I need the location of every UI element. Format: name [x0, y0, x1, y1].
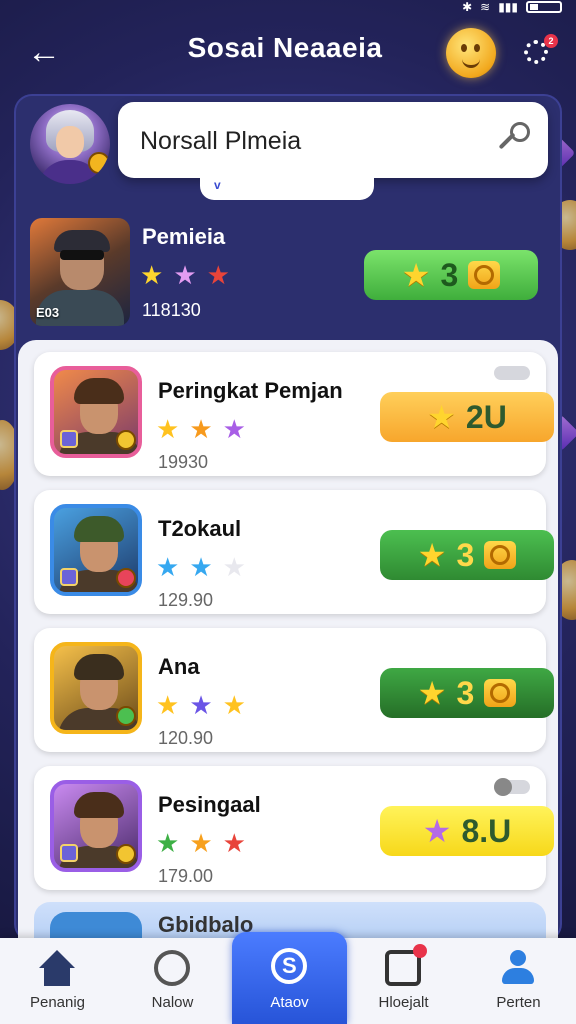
star-icon: ★	[222, 690, 246, 720]
star-icon: ★	[156, 414, 180, 444]
star-icon: ★	[206, 260, 230, 290]
star-icon: ★	[189, 552, 213, 582]
star-icon: ★	[189, 828, 213, 858]
star-icon: ★	[222, 828, 246, 858]
ranking-list: Peringkat Pemjan ★ ★ ★ 19930 ★ 2U T2okau…	[18, 340, 558, 942]
player-avatar	[50, 366, 142, 458]
player-rating: ★ ★ ★	[156, 830, 246, 856]
bluetooth-icon: ✱	[462, 0, 473, 14]
star-icon: ★	[156, 690, 180, 720]
reward-button[interactable]: ★ 3	[380, 530, 554, 580]
star-icon: ★	[222, 414, 246, 444]
nav-tab-social[interactable]: Ataov	[232, 932, 347, 1024]
nav-tab-home[interactable]: Penanig	[0, 938, 115, 1024]
player-score: 19930	[158, 452, 209, 472]
settings-button[interactable]: 2	[520, 34, 558, 72]
dropdown-toggle[interactable]: v	[200, 176, 374, 200]
player-rating: ★ ★ ★	[156, 416, 246, 442]
player-avatar	[50, 642, 142, 734]
star-icon: ★	[427, 399, 456, 435]
list-item[interactable]: Peringkat Pemjan ★ ★ ★ 19930 ★ 2U	[34, 352, 554, 476]
battery-icon	[526, 1, 562, 13]
star-icon: ★	[189, 414, 213, 444]
star-icon: ★	[417, 537, 447, 573]
coin-icon	[468, 261, 501, 289]
reward-value: 3	[456, 674, 475, 711]
reward-button[interactable]: ★ 2U	[380, 392, 554, 442]
bottom-navigation: Penanig Nalow Ataov Hloejalt Perten	[0, 932, 576, 1024]
star-icon: ★	[156, 828, 180, 858]
toggle-switch[interactable]	[494, 366, 530, 380]
nav-label: Perten	[496, 994, 541, 1011]
player-score: 179.00	[158, 866, 214, 886]
player-avatar	[50, 780, 142, 872]
search-input[interactable]	[138, 122, 482, 160]
featured-player-name: Pemieia	[142, 224, 226, 249]
profile-icon	[500, 950, 536, 986]
signal-icon: ▮▮▮	[498, 0, 518, 14]
player-score: 120.90	[158, 728, 214, 748]
home-icon	[39, 950, 75, 968]
coin-icon	[484, 541, 517, 569]
gauge-icon	[154, 950, 190, 986]
star-icon: ★	[222, 552, 246, 582]
page-title: Sosai Neaaeia	[187, 32, 383, 63]
nav-tab-profile[interactable]: Perten	[461, 938, 576, 1024]
toggle-switch[interactable]	[494, 778, 530, 796]
player-name: T2okaul	[158, 516, 242, 541]
player-name: Ana	[158, 654, 200, 679]
list-item[interactable]: Pesingaal ★ ★ ★ 179.00 ★ 8.U	[34, 766, 554, 890]
nav-label: Penanig	[29, 994, 86, 1011]
star-icon: ★	[173, 260, 197, 290]
featured-rating: ★ ★ ★	[140, 262, 230, 288]
star-icon: ★	[401, 257, 431, 293]
reward-value: 3	[440, 256, 459, 293]
chevron-down-icon: v	[214, 178, 221, 192]
level-badge: E03	[36, 305, 60, 320]
app-header: ← Sosai Neaaeia 2	[0, 18, 576, 90]
reward-value: 3	[456, 536, 475, 573]
nav-label: Nalow	[151, 994, 194, 1011]
emoji-face-icon[interactable]	[446, 28, 496, 78]
list-item[interactable]: T2okaul ★ ★ ★ 129.90 ★ 3	[34, 490, 554, 614]
reward-value: 2U	[465, 398, 507, 435]
nav-label: Hloejalt	[378, 994, 429, 1011]
player-name: Pesingaal	[158, 792, 261, 817]
star-icon: ★	[422, 813, 452, 849]
reward-button[interactable]: ★ 8.U	[380, 806, 554, 856]
social-s-icon	[271, 948, 307, 984]
reward-value: 8.U	[461, 812, 512, 849]
player-avatar	[50, 504, 142, 596]
player-rating: ★ ★ ★	[156, 554, 246, 580]
nav-label: Ataov	[270, 994, 309, 1011]
nav-tab-inbox[interactable]: Hloejalt	[346, 938, 461, 1024]
featured-reward-button[interactable]: ★ 3	[364, 250, 538, 300]
user-avatar[interactable]	[30, 104, 110, 184]
featured-score: 118130	[142, 300, 201, 320]
nav-tab-gauge[interactable]: Nalow	[115, 938, 230, 1024]
search-bar	[118, 102, 548, 178]
star-icon: ★	[417, 675, 447, 711]
player-name: Peringkat Pemjan	[158, 378, 343, 403]
list-item[interactable]: Ana ★ ★ ★ 120.90 ★ 3	[34, 628, 554, 752]
featured-player-avatar[interactable]: E03	[30, 218, 130, 326]
player-score: 129.90	[158, 590, 214, 610]
inbox-icon	[385, 944, 427, 986]
rank-badge-icon	[88, 152, 110, 174]
star-icon: ★	[140, 260, 164, 290]
search-icon[interactable]	[498, 122, 534, 158]
star-icon: ★	[189, 690, 213, 720]
reward-button[interactable]: ★ 3	[380, 668, 554, 718]
status-bar: ✱ ≋ ▮▮▮	[0, 0, 576, 18]
star-icon: ★	[156, 552, 180, 582]
notification-badge: 2	[544, 34, 558, 48]
back-button[interactable]: ←	[22, 32, 66, 76]
coin-icon	[484, 679, 517, 707]
notification-dot	[413, 944, 427, 958]
player-rating: ★ ★ ★	[156, 692, 246, 718]
wifi-icon: ≋	[480, 0, 491, 14]
